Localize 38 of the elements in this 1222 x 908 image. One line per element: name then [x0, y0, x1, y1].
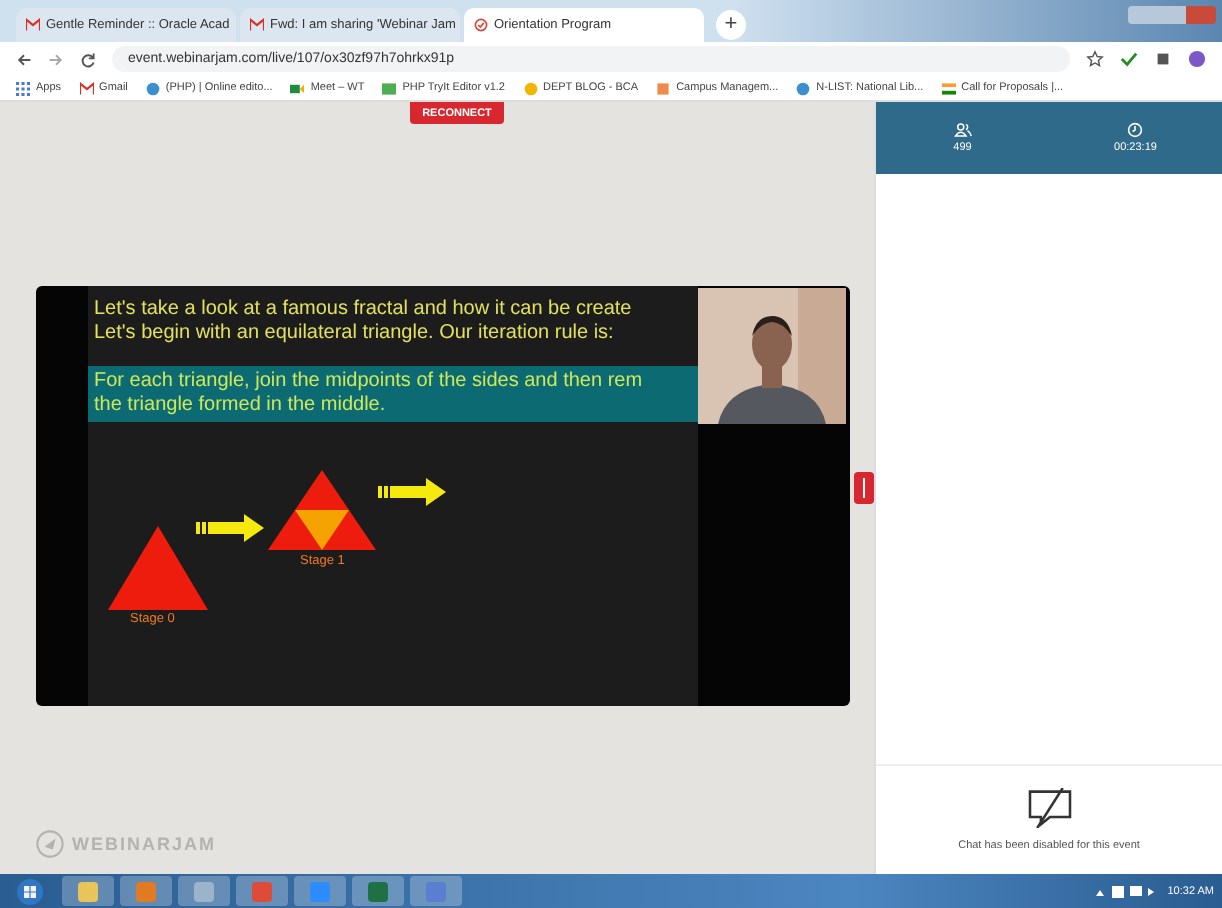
taskbar-app[interactable]	[62, 876, 114, 906]
app-icon	[194, 881, 214, 901]
tray-icons[interactable]	[1095, 883, 1156, 899]
mail-icon	[26, 18, 40, 32]
camera-icon	[290, 81, 305, 95]
flag-icon	[941, 81, 956, 95]
slide-text: For each triangle, join the midpoints of the sides and then rem	[94, 370, 645, 394]
back-icon[interactable]	[16, 51, 32, 67]
start-button[interactable]	[16, 877, 44, 905]
reload-icon[interactable]	[80, 51, 96, 67]
check-icon[interactable]	[1120, 50, 1138, 68]
arrow-icon	[196, 514, 264, 542]
window-controls[interactable]	[1128, 6, 1216, 24]
slide-text: Let's take a look at a famous fractal and how it can be create	[94, 298, 634, 322]
app-icon	[368, 881, 388, 901]
app-icon	[78, 881, 98, 901]
star-icon[interactable]	[1086, 50, 1104, 68]
logo-icon	[36, 830, 64, 858]
clock-icon	[1126, 122, 1145, 138]
triangle-drawing	[268, 470, 376, 550]
side-tab[interactable]	[854, 472, 874, 504]
app-icon	[136, 881, 156, 901]
apps-icon	[16, 81, 30, 95]
new-tab-button[interactable]: +	[716, 10, 746, 40]
slide-text: Let's begin with an equilateral triangle. Our iteration rule is:	[94, 322, 616, 346]
mail-icon	[250, 18, 264, 32]
avatar-icon[interactable]	[1188, 50, 1206, 68]
mail-icon	[79, 81, 94, 95]
slide-text: the triangle formed in the middle.	[94, 394, 388, 418]
chat-disabled-icon	[1025, 788, 1073, 828]
arrow-icon	[378, 478, 446, 506]
app-icon	[310, 881, 330, 901]
app-icon	[252, 881, 272, 901]
handle-icon	[860, 478, 868, 498]
users-icon	[953, 122, 972, 138]
check-circle-icon	[474, 18, 488, 32]
forward-icon[interactable]	[48, 51, 64, 67]
triangle-drawing	[108, 526, 208, 610]
